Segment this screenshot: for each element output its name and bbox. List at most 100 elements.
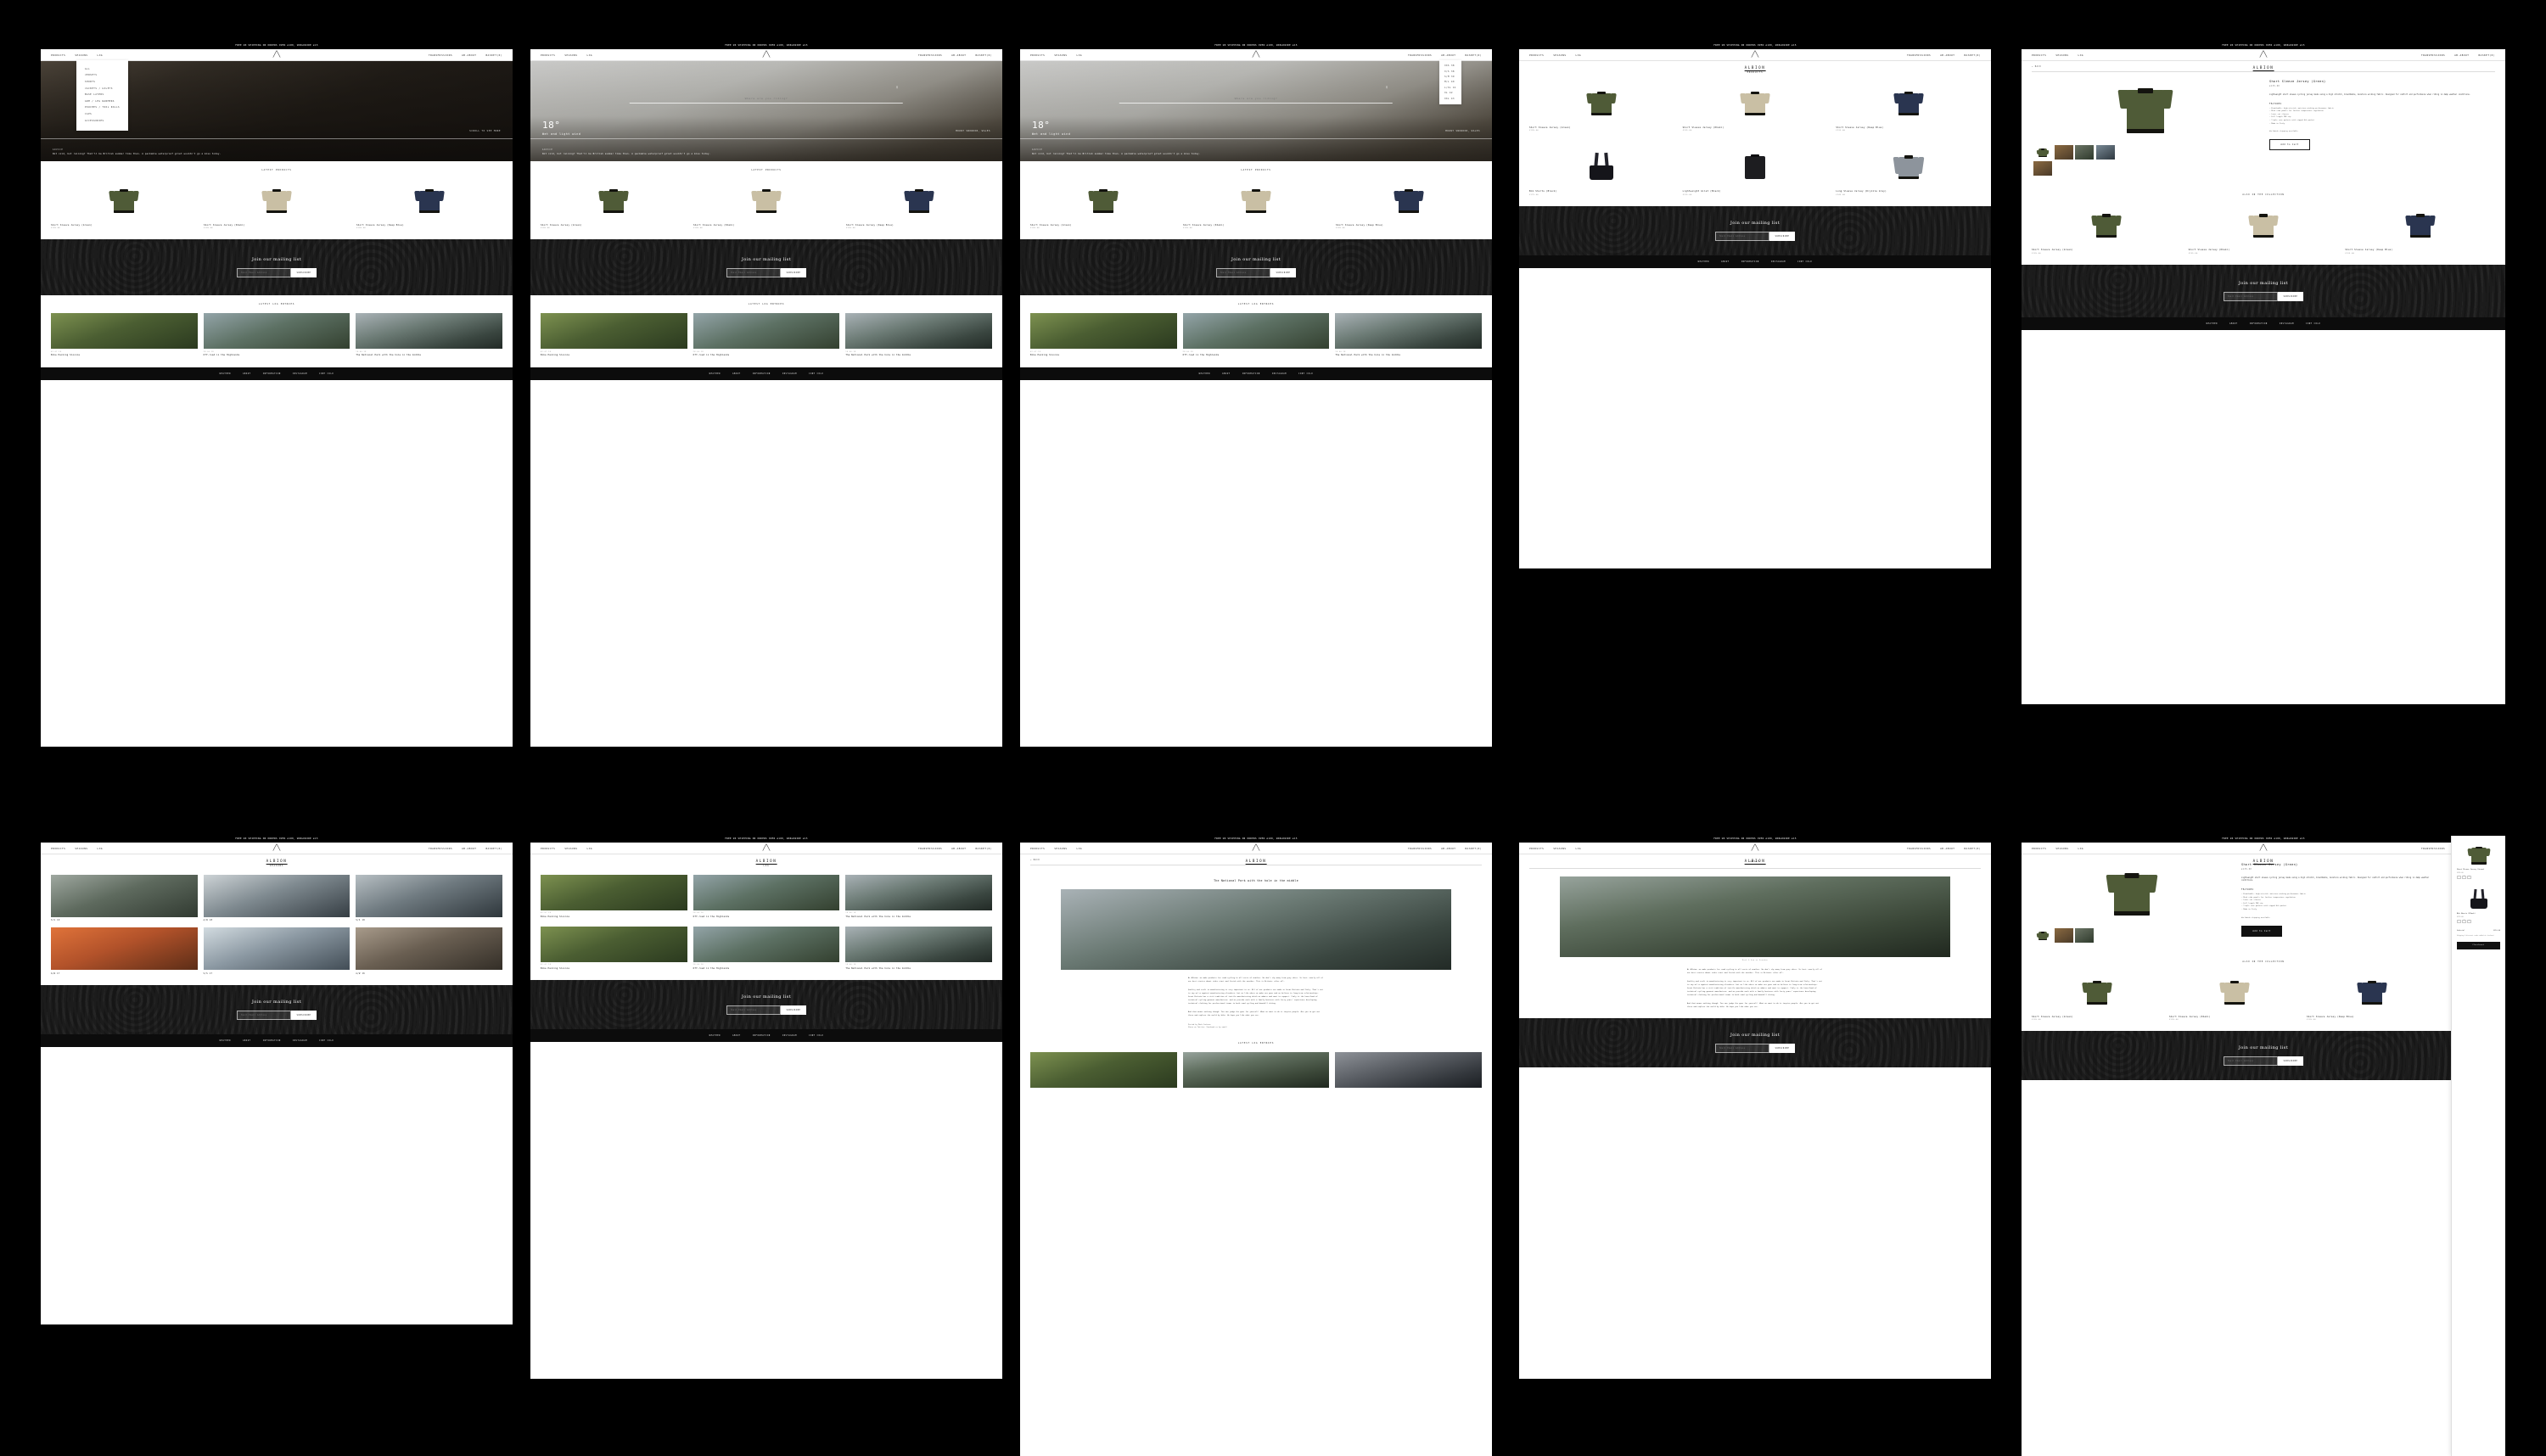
product-card[interactable]: Short Sleeve Jersey (Khaki) £135.00 xyxy=(2169,970,2300,1021)
product-card[interactable]: Short Sleeve Jersey (Deep Blue) £135.00 xyxy=(846,178,992,229)
footer-weather[interactable]: WEATHER xyxy=(709,1034,721,1037)
footer-contcold[interactable]: CONT COLD xyxy=(1797,260,1812,263)
log-card[interactable]: 02.07.18 Bike Packing Slovnia xyxy=(541,926,687,970)
footer-instagram[interactable]: INSTAGRAM xyxy=(782,372,797,375)
footer-weather[interactable]: WEATHER xyxy=(709,372,721,375)
size-option[interactable]: XXL 43 xyxy=(1444,96,1456,101)
log-card[interactable]: 19.06.18 The National Park with the hole… xyxy=(845,874,992,918)
footer-information[interactable]: INFORMATION xyxy=(1242,372,1260,375)
search-icon[interactable]: ⚲ xyxy=(896,86,898,89)
brand-logo[interactable]: ╱╲ ALBION xyxy=(266,844,288,865)
thumbnail[interactable] xyxy=(2033,161,2052,176)
season-card[interactable]: A/W 16 xyxy=(356,927,502,975)
cart-item-qty[interactable]: − 1 + xyxy=(2457,919,2500,924)
nav-log[interactable]: LOG xyxy=(98,847,104,850)
products-dropdown[interactable]: ALL JERSEYS SHORTS JACKETS / GILETS BASE… xyxy=(76,59,129,131)
nav-seasons[interactable]: SEASONS xyxy=(75,847,87,850)
log-card[interactable]: 02.07.18 Bike Packing Slovnia xyxy=(541,313,687,356)
footer-about[interactable]: ABOUT xyxy=(1222,372,1231,375)
nav-basket[interactable]: BASKET(0) xyxy=(485,53,502,57)
subscribe-button[interactable]: SUBSCRIBE xyxy=(1270,268,1297,278)
nav-seasons[interactable]: SEASONS xyxy=(75,53,87,57)
nav-products[interactable]: PRODUCTS xyxy=(1030,847,1045,850)
product-card[interactable]: Short Sleeve Jersey (Khaki) £135.00 xyxy=(1682,81,1828,132)
nav-transmissions[interactable]: TRANSMISSIONS xyxy=(2421,847,2445,850)
brand-logo[interactable]: ╱╲ ALBION xyxy=(1744,51,1766,71)
footer-information[interactable]: INFORMATION xyxy=(263,1039,281,1042)
footer-about[interactable]: ABOUT xyxy=(732,372,741,375)
thumbnail[interactable] xyxy=(2033,927,2052,943)
log-card[interactable]: 28.06.18 Off-road in the Highlands xyxy=(693,926,840,970)
log-card[interactable] xyxy=(1182,1051,1330,1088)
footer-contcold[interactable]: CONT COLD xyxy=(809,372,823,375)
footer-about[interactable]: ABOUT xyxy=(243,372,251,375)
nav-log[interactable]: LOG xyxy=(587,53,593,57)
qty-plus-icon[interactable]: + xyxy=(2467,919,2471,924)
product-card[interactable]: Short Sleeve Jersey (Green) £135.00 xyxy=(2032,204,2182,255)
log-card[interactable]: 02.07.18 Bike Packing Slovnia xyxy=(541,874,687,918)
season-card[interactable]: S/S 18 xyxy=(356,874,502,921)
dropdown-item-all[interactable]: ALL xyxy=(85,66,120,73)
nav-about[interactable]: AB-ABOUT xyxy=(462,847,476,850)
nav-log[interactable]: LOG xyxy=(98,53,104,57)
email-input[interactable] xyxy=(2223,292,2278,302)
nav-about[interactable]: AB-ABOUT xyxy=(951,847,966,850)
product-card[interactable]: Short Sleeve Jersey (Deep Blue) £135.00 xyxy=(1836,81,1981,132)
dropdown-item-caps[interactable]: CAPS xyxy=(85,111,120,118)
nav-basket[interactable]: BASKET(0) xyxy=(1964,847,1981,850)
nav-log[interactable]: LOG xyxy=(1576,847,1582,850)
nav-transmissions[interactable]: TRANSMISSIONS xyxy=(429,53,452,57)
nav-basket[interactable]: BASKET(0) xyxy=(1465,847,1482,850)
email-input[interactable] xyxy=(1714,232,1769,242)
nav-basket[interactable]: BASKET(0) xyxy=(975,847,992,850)
subscribe-button[interactable]: SUBSCRIBE xyxy=(1769,232,1796,242)
thumbnail[interactable] xyxy=(2054,927,2073,943)
nav-log[interactable]: LOG xyxy=(1077,847,1083,850)
checkout-button[interactable]: Checkout xyxy=(2457,941,2500,949)
footer-contcold[interactable]: CONT COLD xyxy=(809,1034,823,1037)
log-card[interactable]: 28.06.18 Off-road in the Highlands xyxy=(203,313,350,356)
nav-log[interactable]: LOG xyxy=(2078,847,2084,850)
season-card[interactable]: S/S 19 xyxy=(51,874,198,921)
nav-seasons[interactable]: SEASONS xyxy=(1054,847,1067,850)
nav-about[interactable]: AB-ABOUT xyxy=(951,53,966,57)
thumbnail[interactable] xyxy=(2054,144,2073,160)
brand-logo[interactable]: ╱╲ ALBION xyxy=(2252,844,2274,865)
nav-transmissions[interactable]: TRANSMISSIONS xyxy=(1408,847,1432,850)
email-input[interactable] xyxy=(2223,1056,2278,1067)
footer-about[interactable]: ABOUT xyxy=(243,1039,251,1042)
log-card[interactable]: 28.06.18 Off-road in the Highlands xyxy=(1182,313,1330,356)
product-card[interactable]: Short Sleeve Jersey (Khaki) £135.00 xyxy=(2188,204,2339,255)
nav-transmissions[interactable]: TRANSMISSIONS xyxy=(1408,53,1432,57)
nav-seasons[interactable]: SEASONS xyxy=(564,847,577,850)
product-card[interactable]: Short Sleeve Jersey (Green) £135.00 xyxy=(541,178,687,229)
footer-instagram[interactable]: INSTAGRAM xyxy=(2280,322,2294,325)
dropdown-item-accessories[interactable]: ACCESSORIES xyxy=(85,117,120,124)
subscribe-button[interactable]: SUBSCRIBE xyxy=(290,1010,317,1020)
nav-transmissions[interactable]: TRANSMISSIONS xyxy=(1907,53,1931,57)
thumbnail[interactable] xyxy=(2095,144,2115,160)
footer-weather[interactable]: WEATHER xyxy=(220,372,231,375)
qty-minus-icon[interactable]: − xyxy=(2457,875,2461,880)
footer-weather[interactable]: WEATHER xyxy=(2207,322,2218,325)
log-card[interactable] xyxy=(1335,1051,1482,1088)
subscribe-button[interactable]: SUBSCRIBE xyxy=(780,1005,807,1016)
email-input[interactable] xyxy=(726,268,781,278)
brand-logo[interactable]: ╱╲ ALBION xyxy=(2252,51,2274,71)
product-card[interactable]: Short Sleeve Jersey (Green) £135.00 xyxy=(2032,970,2162,1021)
footer-information[interactable]: INFORMATION xyxy=(753,1034,771,1037)
nav-seasons[interactable]: SEASONS xyxy=(1553,847,1566,850)
nav-transmissions[interactable]: TRANSMISSIONS xyxy=(429,847,452,850)
sizes-dropdown[interactable]: XXS 38 X/S 38 S/M 39 M/L 40 L/XL 41 XL 4… xyxy=(1439,59,1461,105)
subscribe-button[interactable]: SUBSCRIBE xyxy=(2277,1056,2304,1067)
cart-drawer[interactable]: Short Sleeve Jersey (Green) £135.00 − 1 … xyxy=(2451,836,2505,1456)
product-card[interactable]: Short Sleeve Jersey (Deep Blue) £135.00 xyxy=(1336,178,1482,229)
log-card[interactable]: 28.06.18 Off-road in the Highlands xyxy=(693,874,840,918)
cart-item-qty[interactable]: − 1 + xyxy=(2457,875,2500,880)
nav-transmissions[interactable]: TRANSMISSIONS xyxy=(2421,53,2445,57)
product-card[interactable]: Short Sleeve Jersey (Deep Blue) £135.00 xyxy=(2345,204,2495,255)
product-card[interactable]: Short Sleeve Jersey (Green) £135.00 xyxy=(51,178,197,229)
log-card[interactable]: 28.06.18 Off-road in the Highlands xyxy=(693,313,840,356)
nav-seasons[interactable]: SEASONS xyxy=(2055,53,2068,57)
nav-about[interactable]: AB-ABOUT xyxy=(1441,53,1455,57)
